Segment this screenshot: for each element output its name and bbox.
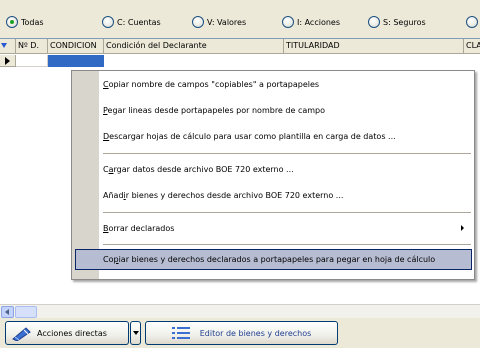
filter-label: Todas <box>21 17 44 27</box>
bottom-toolbar: Acciones directas Editor de bienes y der… <box>0 318 480 348</box>
menu-item-text: iar bienes y derechos declarados a porta… <box>118 255 436 264</box>
menu-item-copiar-bienes[interactable]: Copiar bienes y derechos declarados a po… <box>75 249 472 270</box>
filter-radio-seguros[interactable]: S: Seguros <box>368 15 426 29</box>
column-header-titularidad[interactable]: TITULARIDAD <box>284 39 464 54</box>
context-menu: Copiar nombre de campos "copiables" a po… <box>71 70 475 280</box>
menu-item-descargar-hojas[interactable]: Descargar hojas de cálculo para usar com… <box>75 126 472 147</box>
cell-condicion-selected[interactable] <box>48 55 104 67</box>
menu-item-borrar-declarados[interactable]: Borrar declarados <box>75 218 472 239</box>
menu-separator <box>103 212 471 213</box>
filter-radio-valores[interactable]: V: Valores <box>192 15 246 29</box>
current-row-indicator[interactable] <box>0 55 16 67</box>
acciones-dropdown-button[interactable] <box>130 321 141 345</box>
chevron-down-icon <box>132 331 139 335</box>
menu-item-text: rgar datos desde archivo BOE 720 externo… <box>113 165 294 174</box>
menu-item-text: Añad <box>103 191 124 200</box>
radio-unchecked-icon <box>368 16 380 28</box>
acciones-directas-button[interactable]: Acciones directas <box>5 321 129 345</box>
menu-item-text: r bienes y derechos desde archivo BOE 72… <box>125 191 344 200</box>
filter-radio-acciones[interactable]: I: Acciones <box>282 15 340 29</box>
menu-item-text: escargar hojas de cálculo para usar como… <box>109 132 396 141</box>
menu-item-text: orrar declarados <box>108 224 175 233</box>
radio-checked-icon <box>6 16 18 28</box>
scroll-left-button[interactable] <box>1 306 14 318</box>
filter-radio-todas[interactable]: Todas <box>6 15 44 29</box>
menu-separator <box>103 153 471 154</box>
horizontal-scrollbar[interactable] <box>0 304 480 318</box>
sort-arrow-icon[interactable] <box>1 43 7 48</box>
filter-label: I: Acciones <box>297 17 341 27</box>
acciones-directas-label: Acciones directas <box>37 328 107 338</box>
editor-bienes-button[interactable]: Editor de bienes y derechos <box>145 321 338 345</box>
editor-bienes-label: Editor de bienes y derechos <box>199 328 312 338</box>
column-header-nd[interactable]: Nº D. <box>16 39 48 54</box>
submenu-arrow-icon <box>461 225 464 231</box>
header-indicator <box>0 39 16 54</box>
scroll-thumb[interactable] <box>15 306 37 318</box>
radio-unchecked-icon <box>466 16 478 28</box>
list-editor-icon <box>171 327 190 339</box>
filter-radio-cuentas[interactable]: C: Cuentas <box>102 15 161 29</box>
menu-item-copiar-nombres[interactable]: Copiar nombre de campos "copiables" a po… <box>75 74 472 95</box>
menu-item-text: opiar nombre de campos "copiables" a por… <box>108 80 320 89</box>
radio-unchecked-icon <box>102 16 114 28</box>
radio-unchecked-icon <box>282 16 294 28</box>
menu-item-pegar-lineas[interactable]: Pegar lineas desde portapapeles por nomb… <box>75 100 472 121</box>
column-header-clave[interactable]: CLA <box>464 39 480 54</box>
cell-nd[interactable] <box>16 55 48 67</box>
menu-item-text: egar lineas desde portapapeles por nombr… <box>107 106 326 115</box>
menu-separator <box>103 244 471 245</box>
menu-item-text: Co <box>103 255 114 264</box>
radio-unchecked-icon <box>192 16 204 28</box>
column-header-condicion-declarante[interactable]: Condición del Declarante <box>104 39 284 54</box>
grid-header: Nº D. CONDICION Condición del Declarante… <box>0 39 480 54</box>
menu-item-cargar-datos[interactable]: Cargar datos desde archivo BOE 720 exter… <box>75 159 472 180</box>
column-header-condicion[interactable]: CONDICION <box>48 39 104 54</box>
filter-label: V: Valores <box>207 17 247 27</box>
filter-radio-more[interactable] <box>466 15 480 29</box>
wand-icon <box>12 327 31 341</box>
filter-bar: Todas C: Cuentas V: Valores I: Acciones … <box>0 0 480 38</box>
filter-label: S: Seguros <box>383 17 426 27</box>
menu-item-anadir-bienes[interactable]: Añadir bienes y derechos desde archivo B… <box>75 185 472 206</box>
filter-label: C: Cuentas <box>117 17 161 27</box>
